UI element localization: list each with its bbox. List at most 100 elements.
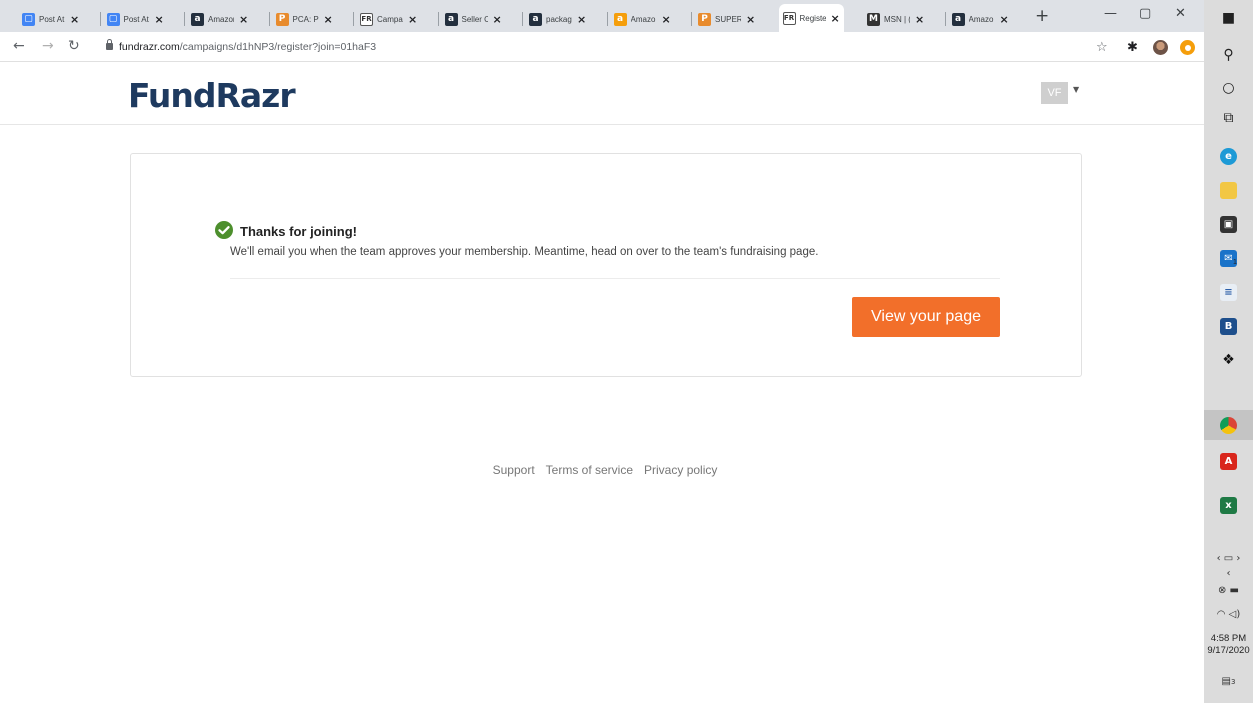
- bookmark-star-icon[interactable]: ☆: [1096, 40, 1108, 55]
- close-tab-icon[interactable]: ×: [915, 13, 924, 26]
- cortana-button[interactable]: ○: [1204, 73, 1253, 103]
- browser-tab[interactable]: a packag ×: [525, 6, 590, 32]
- privacy-policy-link[interactable]: Privacy policy: [644, 463, 717, 477]
- profile-avatar[interactable]: [1153, 40, 1168, 55]
- minimize-button[interactable]: —: [1104, 6, 1117, 21]
- tray-expand-icon[interactable]: ‹: [1204, 568, 1253, 579]
- dropbox-app[interactable]: ❖: [1204, 345, 1253, 375]
- browser-tab[interactable]: PPCA: Pa ×: [272, 6, 337, 32]
- close-tab-icon[interactable]: ×: [577, 13, 586, 26]
- clock-date: 9/17/2020: [1207, 645, 1250, 656]
- close-tab-icon[interactable]: ×: [1000, 13, 1009, 26]
- tab-separator: [944, 12, 946, 26]
- maximize-button[interactable]: ▢: [1139, 6, 1151, 21]
- tab-separator: [606, 12, 608, 26]
- tab-strip: + — ▢ ✕ ▢Post At×▢Post At×aAmazon×PPCA: …: [0, 0, 1204, 32]
- user-avatar[interactable]: VF: [1041, 82, 1068, 104]
- pdf-icon: A: [1220, 452, 1237, 470]
- fundrazr-logo[interactable]: FundRazr: [128, 76, 296, 115]
- browser-tab[interactable]: M MSN | ( ×: [863, 6, 928, 32]
- tab-title: packag: [546, 14, 572, 24]
- b-app[interactable]: B: [1204, 311, 1253, 341]
- amazon-icon: a: [444, 12, 458, 26]
- terms-of-service-link[interactable]: Terms of service: [546, 463, 633, 477]
- excel-icon: x: [1220, 496, 1237, 514]
- close-tab-icon[interactable]: ×: [239, 13, 248, 26]
- close-tab-icon[interactable]: ×: [155, 13, 164, 26]
- close-tab-icon[interactable]: ×: [493, 13, 502, 26]
- chrome-app[interactable]: [1204, 410, 1253, 440]
- close-tab-icon[interactable]: ×: [662, 13, 671, 26]
- browser-tab[interactable]: a Amazo ×: [948, 6, 1013, 32]
- tab-title: SUPERI: [715, 14, 741, 24]
- browser-tab[interactable]: FR Registe ×: [778, 4, 844, 32]
- tab-title: Amazon: [208, 14, 234, 24]
- support-link[interactable]: Support: [493, 463, 535, 477]
- close-tab-icon[interactable]: ×: [831, 12, 840, 25]
- tab-title: Amazo: [630, 14, 656, 24]
- task-view-button[interactable]: ⧉: [1204, 103, 1253, 133]
- tab-title: MSN | (: [884, 14, 910, 24]
- url-field[interactable]: fundrazr.com/campaigns/d1hNP3/register?j…: [119, 41, 376, 53]
- close-window-button[interactable]: ✕: [1175, 6, 1186, 21]
- dropbox-icon: ❖: [1222, 352, 1235, 368]
- browser-tab[interactable]: P SUPERI ×: [694, 6, 759, 32]
- confirmation-card: Thanks for joining! We'll email you when…: [130, 153, 1082, 377]
- back-icon[interactable]: ←: [13, 38, 25, 54]
- tab-separator: [184, 12, 185, 26]
- browser-tab[interactable]: a Seller C ×: [441, 6, 506, 32]
- store-bag-icon: ▣: [1220, 215, 1237, 233]
- lock-icon: [106, 39, 113, 50]
- forward-icon[interactable]: →: [42, 38, 54, 54]
- msn-icon: M: [867, 12, 880, 26]
- tray-network-battery-icon[interactable]: ⊗ ▬: [1204, 585, 1253, 596]
- extensions-icon[interactable]: ✱: [1127, 40, 1138, 55]
- close-tab-icon[interactable]: ×: [408, 13, 417, 26]
- close-tab-icon[interactable]: ×: [324, 13, 333, 26]
- file-explorer-app[interactable]: [1204, 175, 1253, 205]
- excel-app[interactable]: x: [1204, 490, 1253, 520]
- tab-separator: [99, 12, 101, 26]
- confirmation-message: We'll email you when the team approves y…: [230, 246, 819, 258]
- footer-links: Support Terms of service Privacy policy: [0, 463, 1204, 477]
- new-tab-button[interactable]: +: [1035, 6, 1049, 26]
- close-tab-icon[interactable]: ×: [70, 13, 79, 26]
- browser-tab[interactable]: a Amazo ×: [610, 6, 675, 32]
- pca-icon: P: [275, 12, 289, 26]
- amazon-package-icon: ≡: [1220, 283, 1237, 301]
- browser-tab[interactable]: FR Campai ×: [356, 6, 421, 32]
- clock-time: 4:58 PM: [1210, 633, 1247, 644]
- system-clock[interactable]: 4:58 PM 9/17/2020: [1204, 633, 1253, 657]
- notification-badge: 3: [1230, 678, 1236, 686]
- windows-taskbar: ■ ⚲ ○ ⧉ e ▣ ✉ 1 ≡ B ❖ A x ‹ ▭ › ‹ ⊗ ▬ ◠ ◁…: [1204, 0, 1253, 703]
- page-content: FundRazr VF ▼ Thanks for joining! We'll …: [0, 63, 1204, 703]
- amazon-app[interactable]: ≡: [1204, 277, 1253, 307]
- tab-separator: [437, 12, 439, 26]
- acrobat-app[interactable]: A: [1204, 446, 1253, 476]
- user-menu-caret-icon[interactable]: ▼: [1073, 85, 1079, 94]
- amazon-icon: a: [191, 12, 204, 26]
- browser-tab[interactable]: ▢ Post At ×: [18, 6, 83, 32]
- view-your-page-button[interactable]: View your page: [852, 297, 1000, 337]
- notification-center-icon[interactable]: ▤3: [1204, 676, 1253, 687]
- edge-app[interactable]: e: [1204, 141, 1253, 171]
- start-button[interactable]: ■: [1204, 3, 1253, 33]
- confirmation-title: Thanks for joining!: [240, 224, 357, 239]
- mail-app[interactable]: ✉ 1: [1204, 243, 1253, 273]
- reload-icon[interactable]: ↻: [68, 38, 80, 54]
- store-app[interactable]: ▣: [1204, 209, 1253, 239]
- google-doc-icon: ▢: [106, 12, 120, 26]
- amazon-icon: a: [613, 12, 627, 26]
- windows-logo-icon: ■: [1221, 10, 1236, 26]
- tray-scroll-icon[interactable]: ‹ ▭ ›: [1204, 553, 1253, 564]
- tab-title: Seller C: [461, 14, 488, 24]
- close-tab-icon[interactable]: ×: [746, 13, 755, 26]
- browser-tab[interactable]: ▢ Post At ×: [103, 6, 168, 32]
- tab-title: Registe: [799, 13, 826, 23]
- amazon-icon: a: [529, 12, 542, 26]
- tray-wifi-volume-icon[interactable]: ◠ ◁): [1204, 609, 1253, 620]
- search-button[interactable]: ⚲: [1204, 40, 1253, 70]
- extension-o-icon[interactable]: [1180, 40, 1195, 55]
- browser-tab[interactable]: a Amazon ×: [187, 6, 252, 32]
- address-bar: ← → ↻ fundrazr.com/campaigns/d1hNP3/regi…: [0, 32, 1204, 62]
